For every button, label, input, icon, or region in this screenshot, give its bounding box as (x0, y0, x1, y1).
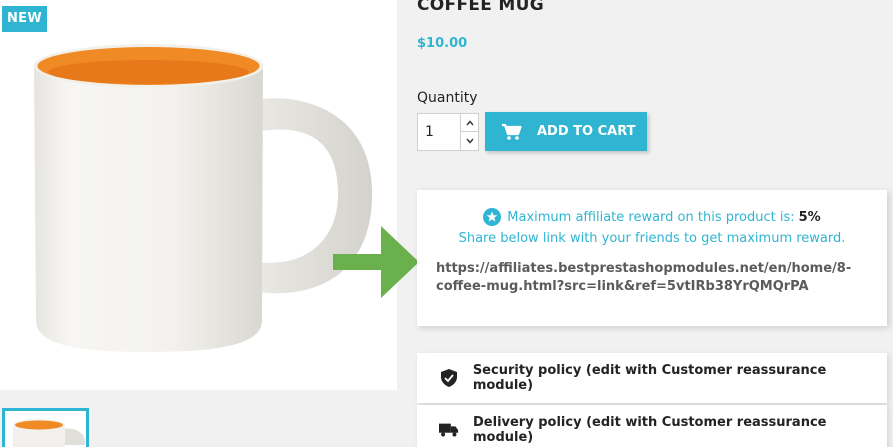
reassurance-delivery-label: Delivery policy (edit with Customer reas… (473, 415, 827, 445)
product-title: COFFEE MUG (417, 0, 544, 15)
quantity-increase-button[interactable] (460, 114, 478, 132)
shopping-cart-icon (502, 123, 522, 140)
affiliate-reward-percent: 5% (798, 209, 821, 225)
reassurance-security-label: Security policy (edit with Customer reas… (472, 363, 827, 393)
product-main-image[interactable]: NEW (0, 0, 397, 390)
star-icon (483, 208, 502, 226)
chevron-up-icon (465, 119, 474, 125)
coffee-mug-thumbnail-image (13, 419, 86, 447)
quantity-stepper (417, 113, 479, 151)
product-price: $10.00 (417, 36, 468, 51)
add-to-cart-button[interactable]: ADD TO CART (485, 112, 647, 151)
reassurance-security: Security policy (edit with Customer reas… (417, 353, 887, 403)
coffee-mug-image (33, 44, 373, 352)
truck-icon (439, 423, 459, 437)
add-to-cart-label: ADD TO CART (537, 124, 636, 139)
affiliate-share-text: Share below link with your friends to ge… (458, 231, 846, 246)
quantity-label: Quantity (417, 90, 478, 106)
affiliate-reward-panel: Maximum affiliate reward on this product… (417, 190, 887, 326)
chevron-down-icon (465, 138, 474, 144)
product-thumbnail[interactable] (2, 408, 89, 447)
quantity-input[interactable] (418, 114, 460, 150)
new-badge: NEW (2, 6, 47, 32)
quantity-decrease-button[interactable] (460, 132, 478, 150)
arrow-right-icon (333, 226, 419, 298)
shield-icon (440, 369, 457, 387)
affiliate-reward-text: Maximum affiliate reward on this product… (507, 209, 795, 225)
affiliate-reward-line: Maximum affiliate reward on this product… (417, 208, 887, 226)
affiliate-link[interactable]: https://affiliates.bestprestashopmodules… (436, 260, 876, 296)
reassurance-delivery: Delivery policy (edit with Customer reas… (417, 405, 887, 447)
